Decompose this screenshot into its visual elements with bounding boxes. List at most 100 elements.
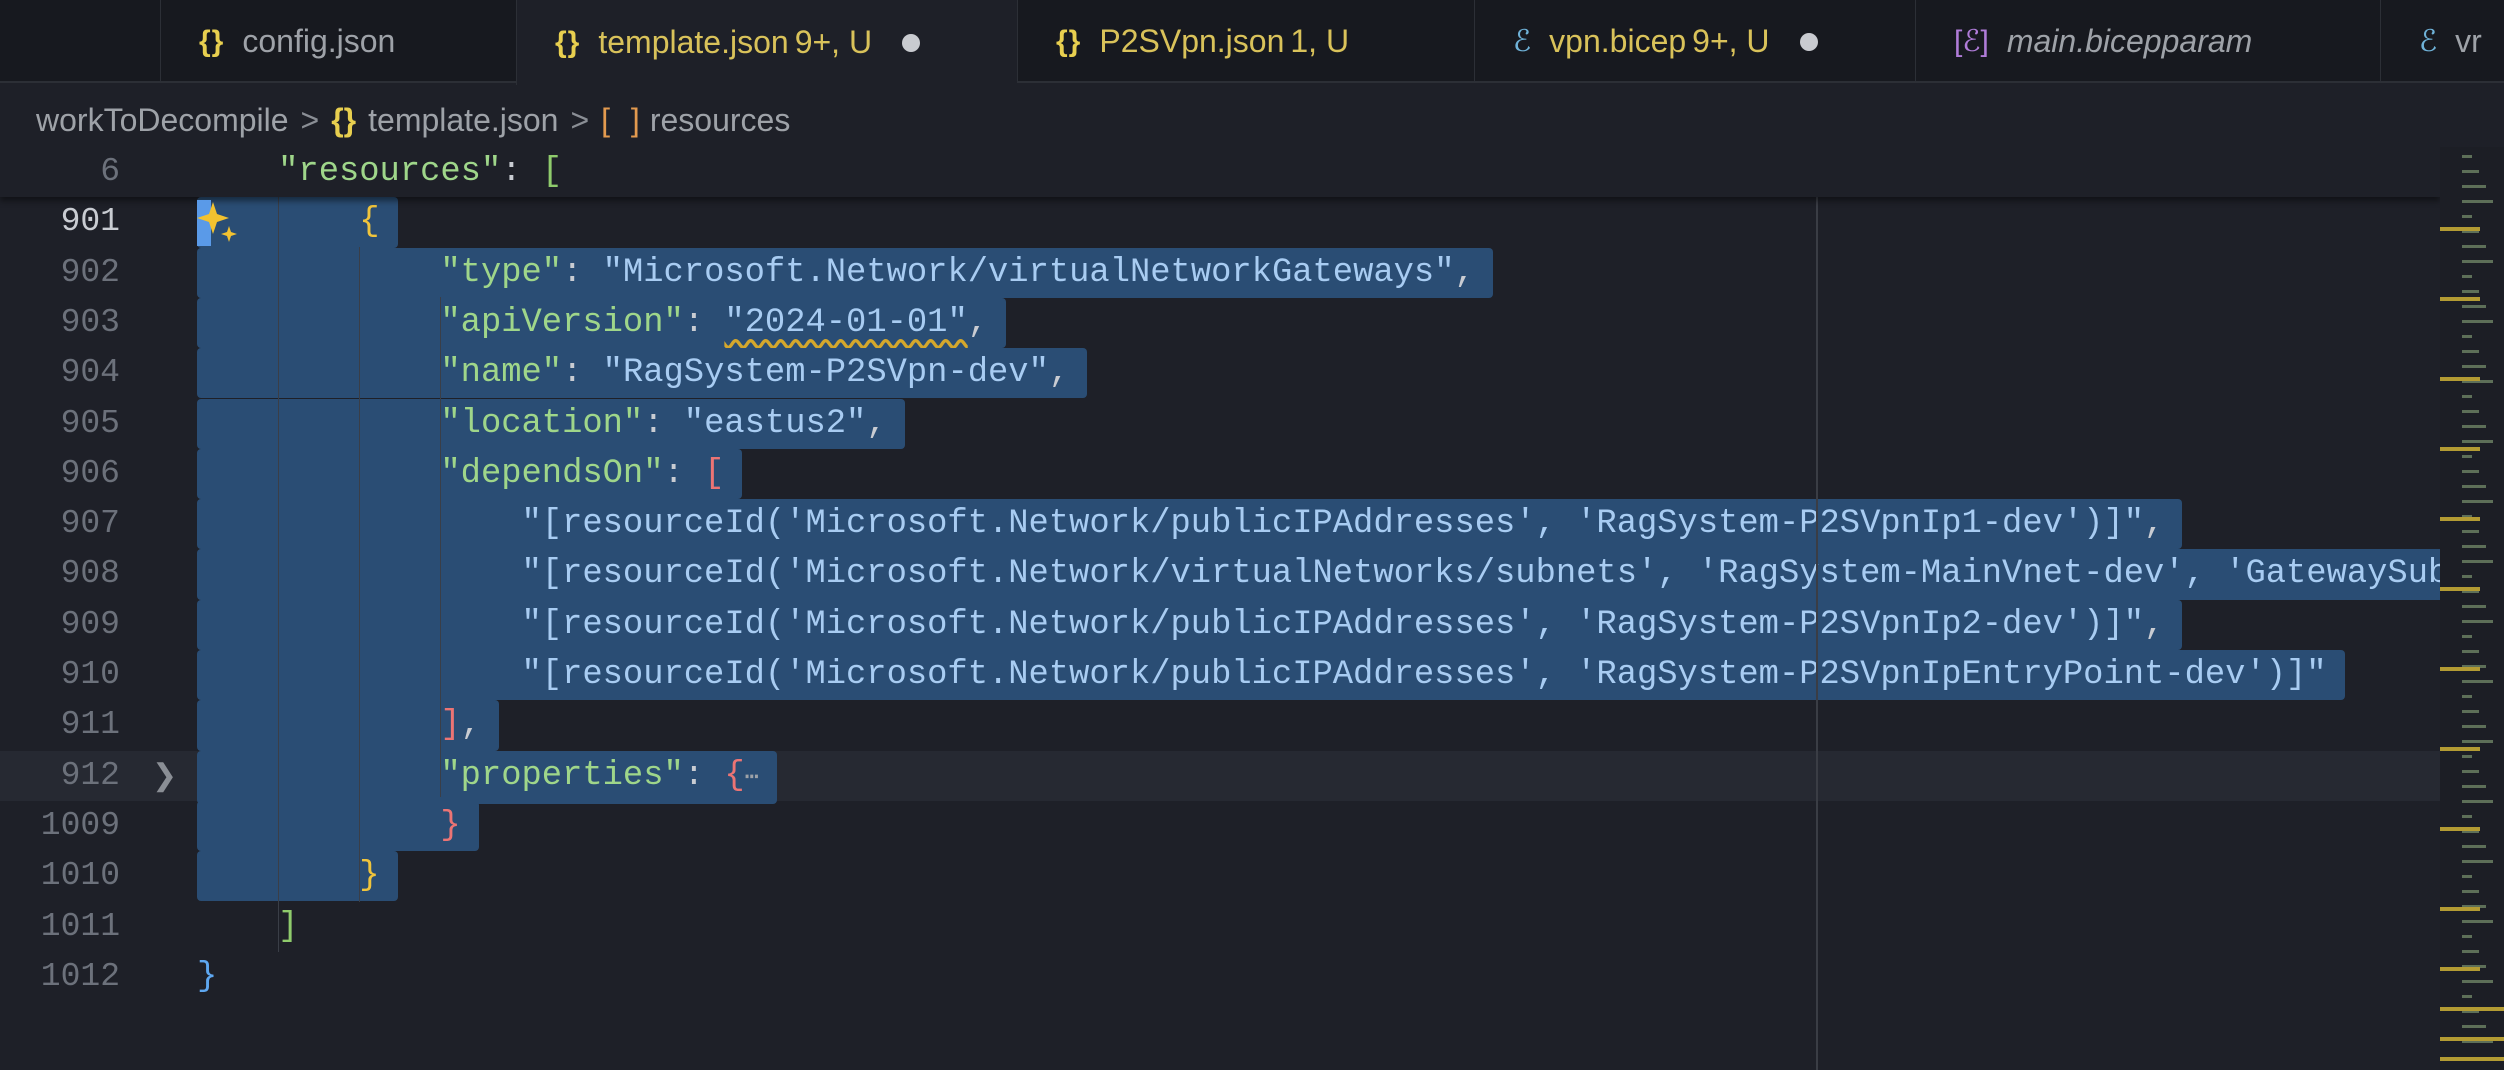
code-line[interactable]: 908 "[resourceId('Microsoft.Network/virt…	[0, 549, 2440, 600]
json-key: "resources"	[278, 153, 502, 191]
line-number: 904	[60, 354, 120, 392]
json-file-icon: {}	[331, 101, 357, 138]
minimap-code-line	[2462, 1025, 2486, 1028]
sticky-scroll-line[interactable]: 6 "resources": [	[0, 147, 2440, 198]
fold-chevron-icon[interactable]: ❯	[152, 751, 177, 801]
line-number: 908	[60, 555, 120, 593]
minimap-highlight	[2440, 1037, 2504, 1041]
minimap-code-line	[2462, 785, 2486, 788]
minimap-code-line	[2462, 650, 2479, 653]
punctuation: ,	[460, 706, 481, 745]
code-line[interactable]: 907 "[resourceId('Microsoft.Network/publ…	[0, 499, 2440, 550]
minimap-highlight	[2440, 667, 2480, 671]
breadcrumb-symbol[interactable]: resources	[650, 102, 791, 139]
line-number: 1012	[40, 957, 120, 995]
code-line[interactable]: 904 "name": "RagSystem-P2SVpn-dev",	[0, 348, 2440, 399]
minimap-code-line	[2462, 395, 2472, 398]
tab-label: P2SVpn.json	[1099, 23, 1285, 59]
bicep-icon: ℰ	[2419, 25, 2438, 58]
tab-config-json[interactable]: {} config.json	[160, 0, 516, 83]
line-number: 909	[60, 605, 120, 643]
folded-ellipsis-icon[interactable]: ⋯	[745, 765, 759, 792]
bracket: }	[440, 806, 461, 845]
minimap-code-line	[2462, 440, 2493, 443]
code-line[interactable]: 905 "location": "eastus2",	[0, 398, 2440, 449]
tab-vpn-bicep[interactable]: ℰvpn.bicep 9+, U	[1474, 0, 1915, 83]
minimap-highlight	[2440, 297, 2480, 301]
line-number: 902	[60, 253, 120, 291]
code-line[interactable]: 910 "[resourceId('Microsoft.Network/publ…	[0, 650, 2440, 701]
tab-status: 9+, U	[794, 24, 873, 60]
json-string: "2024-01-01"	[724, 303, 968, 342]
minimap-highlight	[2440, 587, 2480, 591]
code-line[interactable]: 906 "dependsOn": [	[0, 448, 2440, 500]
minimap-code-line	[2462, 200, 2493, 203]
breadcrumb-folder[interactable]: workToDecompile	[36, 102, 289, 139]
minimap-code-line	[2462, 560, 2493, 563]
bracket: {	[724, 756, 745, 795]
array-symbol-icon: [ ]	[601, 101, 646, 138]
minimap-highlight	[2440, 827, 2480, 831]
code-line[interactable]: 1011 ]	[0, 902, 2440, 952]
code-text: "[resourceId('Microsoft.Network/publicIP…	[197, 650, 2345, 701]
code-line[interactable]: 911 ],	[0, 700, 2440, 751]
tab-p2svpn-json[interactable]: {} P2SVpn.json 1, U	[1017, 0, 1474, 83]
minimap-code-line	[2462, 710, 2479, 713]
minimap-code-line	[2462, 575, 2472, 578]
minimap-highlight	[2440, 517, 2480, 521]
code-line[interactable]: 1012}	[0, 952, 2440, 1002]
minimap-code-line	[2462, 875, 2472, 878]
tab-main-bicepparam[interactable]: [ℰ] main.bicepparam	[1915, 0, 2380, 83]
code-text: ]	[197, 902, 298, 952]
code-text: "type": "Microsoft.Network/virtualNetwor…	[197, 247, 1493, 298]
code-line[interactable]: 901 {	[0, 197, 2440, 248]
breadcrumb-file[interactable]: template.json	[368, 102, 558, 139]
json-braces-icon: {}	[199, 24, 225, 58]
line-number: 901	[60, 203, 120, 241]
minimap-code-line	[2462, 950, 2479, 953]
ai-sparkle-icon[interactable]	[197, 200, 241, 246]
line-number: 905	[60, 404, 120, 442]
code-line[interactable]: 909 "[resourceId('Microsoft.Network/publ…	[0, 599, 2440, 650]
unsaved-dot-icon[interactable]	[902, 33, 921, 52]
punctuation: :	[683, 303, 725, 342]
code-line[interactable]: 902 "type": "Microsoft.Network/virtualNe…	[0, 247, 2440, 298]
minimap-code-line	[2462, 365, 2486, 368]
tab-template-json[interactable]: {} template.json 9+, U	[516, 0, 1017, 85]
indent-guide	[440, 297, 441, 797]
minimap-code-line	[2462, 500, 2493, 503]
tab-status: 9+, U	[1692, 23, 1770, 59]
minimap-highlight	[2440, 967, 2480, 971]
code-line[interactable]: 1010 }	[0, 851, 2440, 902]
code-line[interactable]: 912 ❯ "properties": {⋯	[0, 750, 2440, 804]
tab-label: template.json	[598, 24, 789, 60]
unsaved-dot-icon[interactable]	[1799, 32, 1818, 51]
punctuation: :	[501, 153, 542, 191]
minimap-highlight	[2440, 907, 2480, 911]
minimap[interactable]	[2440, 147, 2504, 1070]
breadcrumb-separator-icon: >	[570, 101, 590, 138]
tab-vr[interactable]: ℰvr	[2380, 0, 2504, 83]
tab-label: vpn.bicep	[1549, 23, 1687, 59]
line-number: 6	[100, 153, 120, 190]
minimap-code-line	[2462, 920, 2493, 923]
punctuation: ,	[1454, 253, 1475, 292]
bracket: [	[704, 454, 725, 493]
code-line[interactable]: 903 "apiVersion": "2024-01-01",	[0, 297, 2440, 349]
minimap-code-line	[2462, 635, 2472, 638]
minimap-code-line	[2462, 215, 2472, 218]
bracket: [	[541, 153, 563, 191]
code-line[interactable]: 1009 }	[0, 800, 2440, 852]
json-string: "Microsoft.Network/virtualNetworkGateway…	[602, 253, 1455, 292]
code-text: "properties": {⋯	[197, 750, 778, 804]
minimap-highlight	[2440, 1007, 2504, 1011]
minimap-code-line	[2462, 980, 2493, 983]
minimap-code-line	[2462, 305, 2486, 308]
minimap-code-line	[2462, 815, 2472, 818]
code-text: "apiVersion": "2024-01-01",	[197, 297, 1007, 349]
line-number: 907	[60, 505, 120, 543]
bracket: ]	[440, 706, 461, 745]
json-braces-icon: {}	[555, 25, 581, 59]
code-editor[interactable]: 6 "resources": [901 {902 "type": "Micros…	[0, 147, 2440, 1070]
minimap-code-line	[2462, 290, 2479, 293]
